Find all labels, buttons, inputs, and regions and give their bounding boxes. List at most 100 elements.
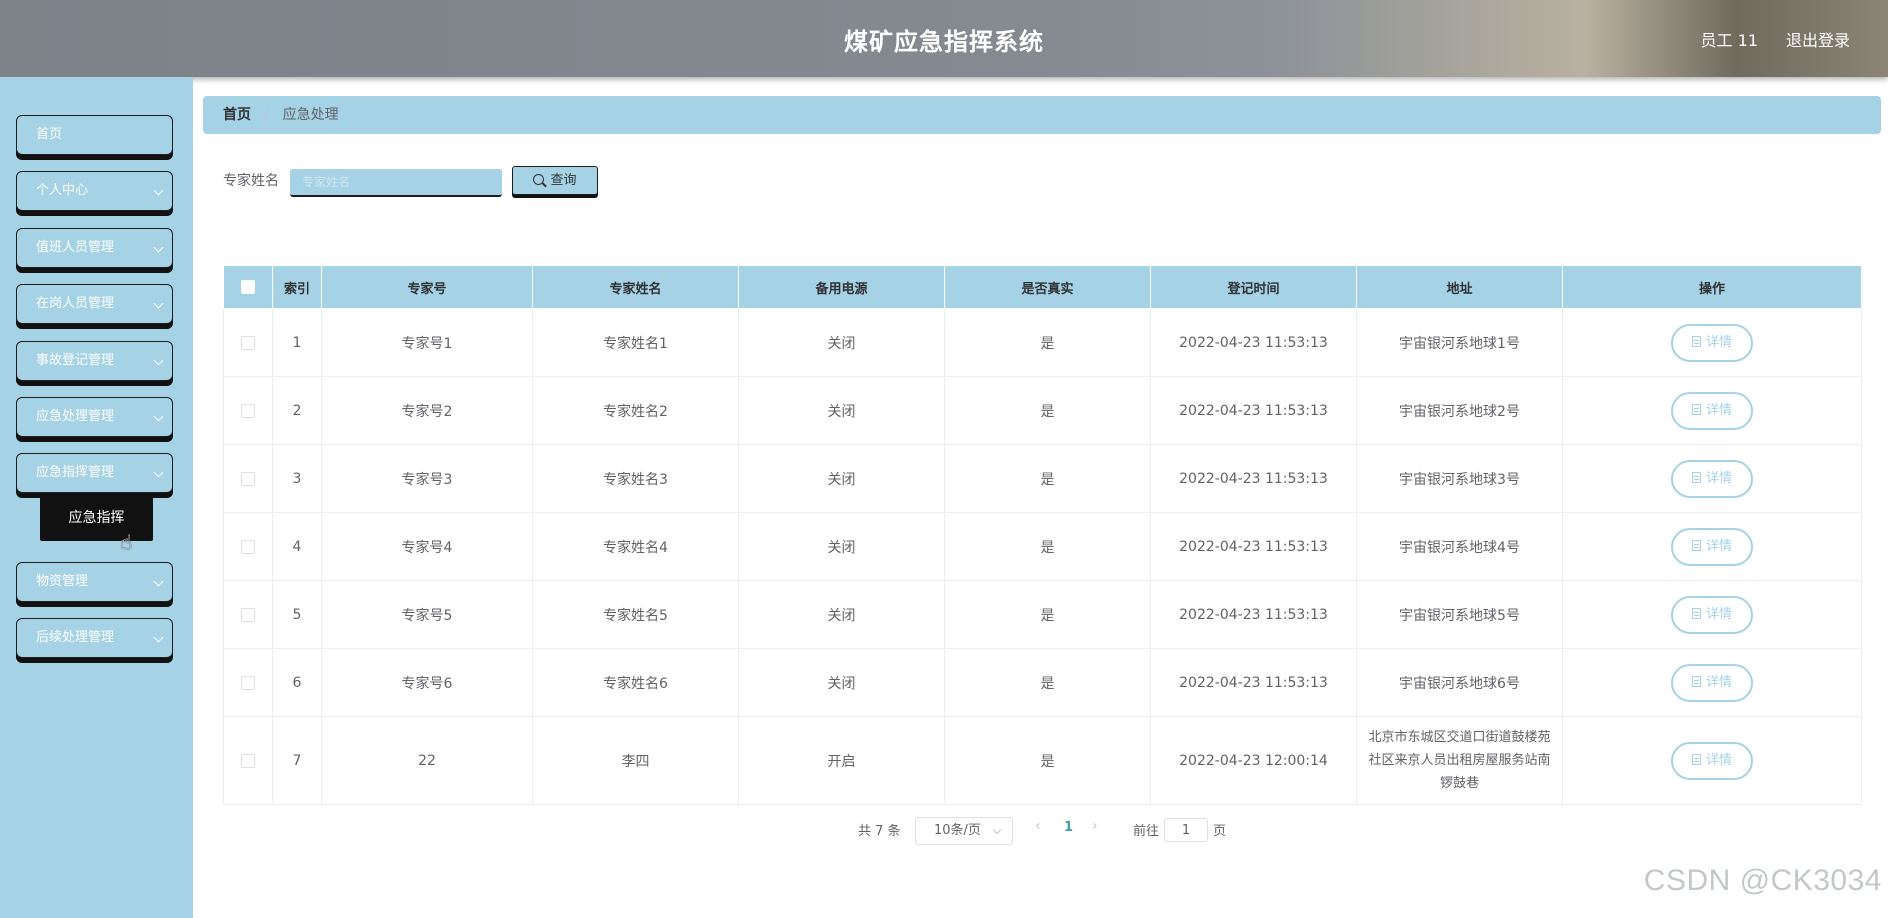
cell-expert-no: 专家号1 <box>321 308 533 377</box>
search-button[interactable]: 查询 <box>512 166 598 195</box>
table-row: 6 专家号6 专家姓名6 关闭 是 2022-04-23 11:53:13 宇宙… <box>223 648 1862 717</box>
sidebar-item-on-post-staff[interactable]: 在岗人员管理 <box>16 284 173 324</box>
document-icon <box>1691 539 1701 551</box>
cell-index: 4 <box>272 512 322 581</box>
detail-button[interactable]: 详情 <box>1671 391 1753 430</box>
submenu-item-emergency-command[interactable]: 应急指挥 <box>40 496 153 541</box>
page-suffix-label: 页 <box>1213 824 1227 839</box>
cell-is-real: 是 <box>944 512 1151 581</box>
cell-backup-power: 关闭 <box>738 648 945 717</box>
cell-address: 宇宙银河系地球2号 <box>1356 376 1563 445</box>
select-all-checkbox[interactable] <box>241 280 255 294</box>
cell-action: 详情 <box>1562 512 1862 581</box>
detail-button-label: 详情 <box>1705 674 1732 690</box>
row-checkbox-cell <box>223 444 273 513</box>
detail-button[interactable]: 详情 <box>1671 527 1753 566</box>
cell-time: 2022-04-23 12:00:14 <box>1150 716 1357 805</box>
cell-expert-no: 专家号6 <box>321 648 533 717</box>
chevron-down-icon <box>992 825 1002 835</box>
cell-action: 详情 <box>1562 376 1862 445</box>
watermark: CSDN @CK3034 <box>1643 864 1882 897</box>
cell-index: 2 <box>272 376 322 445</box>
sidebar-item-home[interactable]: 首页 <box>16 115 173 155</box>
row-checkbox-cell <box>223 648 273 717</box>
column-header-expert-no: 专家号 <box>321 265 533 309</box>
app-title: 煤矿应急指挥系统 <box>844 28 1044 56</box>
sidebar-item-emergency-handling[interactable]: 应急处理管理 <box>16 397 173 437</box>
document-icon <box>1691 753 1701 765</box>
column-header-backup-power: 备用电源 <box>738 265 945 309</box>
document-icon <box>1691 675 1701 687</box>
hand-pointer-icon: ☝ <box>120 530 133 554</box>
chevron-down-icon <box>153 242 164 253</box>
column-header-time: 登记时间 <box>1150 265 1357 309</box>
cell-index: 3 <box>272 444 322 513</box>
cell-is-real: 是 <box>944 716 1151 805</box>
row-checkbox[interactable] <box>241 753 255 768</box>
chevron-right-icon[interactable]: › <box>1092 818 1098 834</box>
cell-action: 详情 <box>1562 308 1862 377</box>
breadcrumb: 首页 / 应急处理 <box>203 96 1881 134</box>
sidebar-item-label: 在岗人员管理 <box>36 296 115 311</box>
sidebar-item-follow-up[interactable]: 后续处理管理 <box>16 618 173 658</box>
cell-address: 北京市东城区交道口街道鼓楼苑社区来京人员出租房屋服务站南锣鼓巷 <box>1356 716 1563 805</box>
row-checkbox[interactable] <box>241 403 255 418</box>
pagination-total: 共 7 条 <box>858 824 901 839</box>
cell-action: 详情 <box>1562 716 1862 805</box>
detail-button[interactable]: 详情 <box>1671 741 1753 780</box>
chevron-left-icon[interactable]: ‹ <box>1035 818 1041 834</box>
sidebar-item-personal-center[interactable]: 个人中心 <box>16 171 173 211</box>
cell-address: 宇宙银河系地球4号 <box>1356 512 1563 581</box>
chevron-down-icon <box>153 355 164 366</box>
page-number-button[interactable]: 1 <box>1064 820 1073 835</box>
sidebar-item-label: 物资管理 <box>36 574 89 589</box>
page-size-select[interactable]: 10条/页 <box>915 817 1013 845</box>
cell-backup-power: 开启 <box>738 716 945 805</box>
cell-index: 7 <box>272 716 322 805</box>
select-all-cell <box>223 265 273 309</box>
row-checkbox[interactable] <box>241 675 255 690</box>
row-checkbox-cell <box>223 580 273 649</box>
sidebar-item-materials[interactable]: 物资管理 <box>16 562 173 602</box>
logout-link[interactable]: 退出登录 <box>1786 27 1850 51</box>
cell-time: 2022-04-23 11:53:13 <box>1150 512 1357 581</box>
column-header-address: 地址 <box>1356 265 1563 309</box>
cell-is-real: 是 <box>944 648 1151 717</box>
search-input[interactable] <box>290 169 502 197</box>
cell-action: 详情 <box>1562 648 1862 717</box>
row-checkbox[interactable] <box>241 471 255 486</box>
table-row: 1 专家号1 专家姓名1 关闭 是 2022-04-23 11:53:13 宇宙… <box>223 308 1862 377</box>
detail-button[interactable]: 详情 <box>1671 459 1753 498</box>
sidebar-item-label: 事故登记管理 <box>36 353 115 368</box>
row-checkbox-cell <box>223 716 273 805</box>
sidebar-item-accident-registry[interactable]: 事故登记管理 <box>16 341 173 381</box>
detail-button[interactable]: 详情 <box>1671 663 1753 702</box>
row-checkbox[interactable] <box>241 539 255 554</box>
breadcrumb-current: 应急处理 <box>282 107 339 123</box>
page-size-value: 10条/页 <box>934 823 981 838</box>
column-header-index: 索引 <box>272 265 322 309</box>
goto-page-input[interactable] <box>1164 818 1208 842</box>
table-row: 2 专家号2 专家姓名2 关闭 是 2022-04-23 11:53:13 宇宙… <box>223 376 1862 445</box>
detail-button-label: 详情 <box>1705 334 1732 350</box>
sidebar-item-label: 首页 <box>36 127 63 142</box>
detail-button[interactable]: 详情 <box>1671 323 1753 362</box>
breadcrumb-home[interactable]: 首页 <box>223 107 251 123</box>
cell-backup-power: 关闭 <box>738 444 945 513</box>
cell-address: 宇宙银河系地球5号 <box>1356 580 1563 649</box>
cell-is-real: 是 <box>944 308 1151 377</box>
user-name: 员工 11 <box>1700 31 1758 50</box>
detail-button[interactable]: 详情 <box>1671 595 1753 634</box>
cell-expert-name: 专家姓名1 <box>532 308 739 377</box>
cell-time: 2022-04-23 11:53:13 <box>1150 444 1357 513</box>
table-row: 5 专家号5 专家姓名5 关闭 是 2022-04-23 11:53:13 宇宙… <box>223 580 1862 649</box>
row-checkbox[interactable] <box>241 335 255 350</box>
cell-expert-no: 专家号2 <box>321 376 533 445</box>
row-checkbox[interactable] <box>241 607 255 622</box>
sidebar-item-emergency-command[interactable]: 应急指挥管理 <box>16 453 173 493</box>
cell-time: 2022-04-23 11:53:13 <box>1150 580 1357 649</box>
sidebar-item-duty-staff[interactable]: 值班人员管理 <box>16 228 173 268</box>
search-icon <box>533 174 545 185</box>
top-header: 煤矿应急指挥系统 员工 11 退出登录 <box>0 0 1888 77</box>
detail-button-label: 详情 <box>1705 470 1732 486</box>
